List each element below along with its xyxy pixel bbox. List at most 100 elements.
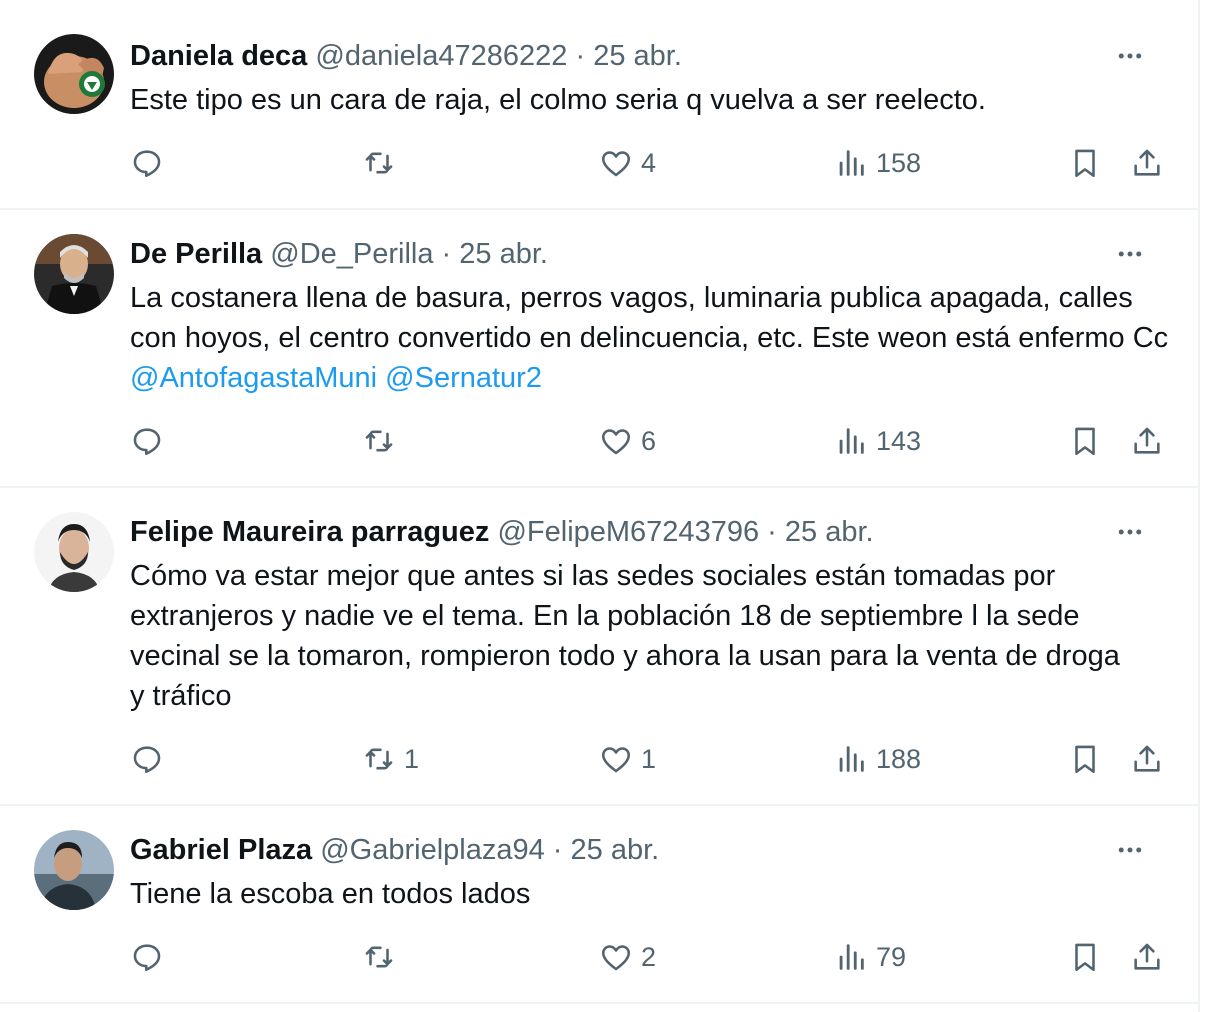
views-button[interactable]: 158	[834, 143, 921, 183]
tweet-date[interactable]: 25 abr.	[571, 834, 660, 866]
tweet-text: Cómo va estar mejor que antes si las sed…	[130, 556, 1130, 716]
like-count: 4	[641, 147, 657, 178]
bookmark-icon	[1075, 745, 1095, 774]
views-count: 158	[876, 147, 922, 178]
more-dots-icon[interactable]	[1112, 514, 1148, 550]
tweet-text: Tiene la escoba en todos lados	[130, 874, 1170, 914]
author-name[interactable]: De Perilla	[130, 238, 262, 270]
like-heart-icon	[601, 747, 631, 773]
retweet-button[interactable]	[362, 937, 404, 977]
like-button[interactable]: 2	[599, 937, 656, 977]
tweet-text: La costanera llena de basura, perros vag…	[130, 278, 1170, 398]
retweet-icon	[365, 152, 393, 174]
tweet-text-content: Este tipo es un cara de raja, el colmo s…	[130, 84, 986, 116]
views-chart-icon	[839, 150, 864, 176]
author-handle[interactable]: @Gabrielplaza94	[320, 834, 545, 866]
like-count: 1	[641, 743, 657, 774]
author-name[interactable]: Felipe Maureira parraguez	[130, 516, 489, 548]
more-dots-icon[interactable]	[1112, 236, 1148, 272]
action-bar: 4 158	[0, 143, 1198, 183]
separator: ·	[575, 40, 586, 72]
tweet-text-content: Tiene la escoba en todos lados	[130, 878, 531, 910]
author-handle[interactable]: @FelipeM67243796	[497, 516, 759, 548]
separator: ·	[767, 516, 777, 548]
tweet-date[interactable]: 25 abr.	[459, 238, 548, 270]
action-bar: 2 79	[0, 937, 1198, 977]
reply-icon	[133, 150, 161, 178]
more-dots-icon[interactable]	[1112, 38, 1148, 74]
tweet[interactable]: De Perilla @De_Perilla · 25 abr. La cost…	[0, 210, 1198, 488]
retweet-button[interactable]: 1	[362, 739, 419, 779]
reply-icon	[133, 746, 161, 774]
avatar[interactable]	[34, 234, 114, 314]
share-button[interactable]	[1130, 937, 1164, 977]
like-button[interactable]: 6	[599, 421, 656, 461]
share-button[interactable]	[1130, 421, 1164, 461]
reply-button[interactable]	[130, 421, 172, 461]
retweet-button[interactable]	[362, 421, 404, 461]
retweet-count: 1	[404, 743, 420, 774]
author-handle[interactable]: @De_Perilla	[270, 238, 433, 270]
views-count: 143	[876, 425, 922, 456]
share-button[interactable]	[1130, 143, 1164, 183]
retweet-button[interactable]	[362, 143, 404, 183]
tweet-date[interactable]: 25 abr.	[785, 516, 874, 548]
action-bar: 1 1 188	[0, 739, 1198, 779]
views-count: 79	[876, 941, 907, 972]
like-heart-icon	[601, 429, 631, 455]
author-name[interactable]: Gabriel Plaza	[130, 834, 312, 866]
retweet-icon	[365, 946, 393, 968]
tweet-text-content: Cómo va estar mejor que antes si las sed…	[130, 560, 1120, 712]
reply-button[interactable]	[130, 143, 172, 183]
like-heart-icon	[601, 945, 631, 971]
views-button[interactable]: 188	[834, 739, 921, 779]
tweet[interactable]: Gabriel Plaza @Gabrielplaza94 · 25 abr. …	[0, 806, 1198, 1004]
mention-link[interactable]: @Sernatur2	[385, 362, 542, 394]
tweet-header: Daniela deca @daniela47286222 · 25 abr.	[130, 36, 1128, 76]
retweet-icon	[365, 430, 393, 452]
timeline: Daniela deca @daniela47286222 · 25 abr. …	[0, 0, 1200, 1012]
views-chart-icon	[839, 428, 864, 454]
bookmark-icon	[1075, 149, 1095, 178]
views-chart-icon	[839, 746, 864, 772]
like-count: 2	[641, 941, 657, 972]
bookmark-button[interactable]	[1068, 421, 1102, 461]
avatar-image	[34, 512, 114, 592]
share-icon	[1134, 149, 1160, 176]
bookmark-icon	[1075, 943, 1095, 972]
like-heart-icon	[601, 151, 631, 177]
like-button[interactable]: 4	[599, 143, 656, 183]
avatar[interactable]	[34, 512, 114, 592]
reply-button[interactable]	[130, 937, 172, 977]
share-icon	[1134, 745, 1160, 772]
author-handle[interactable]: @daniela47286222	[315, 40, 567, 72]
share-button[interactable]	[1130, 739, 1164, 779]
bookmark-button[interactable]	[1068, 143, 1102, 183]
views-button[interactable]: 143	[834, 421, 921, 461]
bookmark-icon	[1075, 427, 1095, 456]
tweet[interactable]: Felipe Maureira parraguez @FelipeM672437…	[0, 488, 1198, 806]
tweet[interactable]: Daniela deca @daniela47286222 · 25 abr. …	[0, 0, 1198, 210]
views-button[interactable]: 79	[834, 937, 906, 977]
bookmark-button[interactable]	[1068, 739, 1102, 779]
separator: ·	[552, 834, 563, 866]
action-bar: 6 143	[0, 421, 1198, 461]
share-icon	[1134, 427, 1160, 454]
tweet-text-content: La costanera llena de basura, perros vag…	[130, 282, 1169, 354]
like-button[interactable]: 1	[599, 739, 656, 779]
reply-icon	[133, 944, 161, 972]
avatar[interactable]	[34, 830, 114, 910]
share-icon	[1134, 943, 1160, 970]
avatar-image	[34, 830, 114, 910]
more-dots-icon[interactable]	[1112, 832, 1148, 868]
bookmark-button[interactable]	[1068, 937, 1102, 977]
views-chart-icon	[839, 944, 864, 970]
tweet-date[interactable]: 25 abr.	[593, 40, 682, 72]
mention-link[interactable]: @AntofagastaMuni	[130, 362, 377, 394]
reply-icon	[133, 428, 161, 456]
avatar[interactable]	[34, 34, 114, 114]
author-name[interactable]: Daniela deca	[130, 40, 307, 72]
tweet-header: Gabriel Plaza @Gabrielplaza94 · 25 abr.	[130, 830, 1128, 870]
tweet-header: De Perilla @De_Perilla · 25 abr.	[130, 234, 1128, 274]
reply-button[interactable]	[130, 739, 172, 779]
